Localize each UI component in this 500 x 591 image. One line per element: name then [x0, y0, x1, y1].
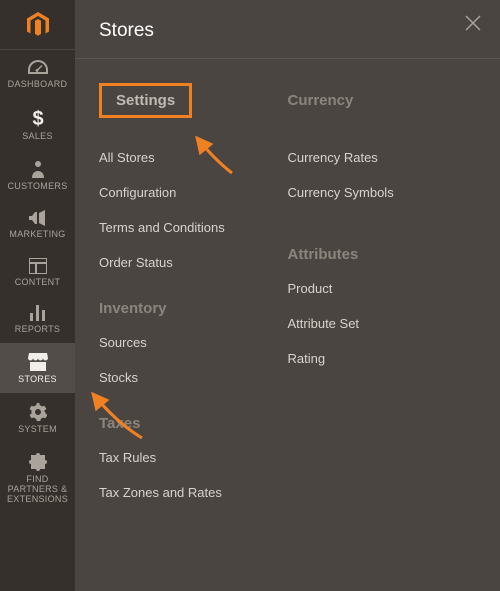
section-taxes: Taxes Tax Rules Tax Zones and Rates — [99, 415, 288, 500]
link-currency-rates[interactable]: Currency Rates — [288, 150, 477, 165]
link-terms-and-conditions[interactable]: Terms and Conditions — [99, 220, 288, 235]
nav-label: SALES — [22, 132, 53, 142]
link-attribute-set[interactable]: Attribute Set — [288, 316, 477, 331]
nav-marketing[interactable]: MARKETING — [0, 200, 75, 248]
panel-title: Stores — [75, 0, 500, 59]
section-currency: Currency Currency Rates Currency Symbols — [288, 83, 477, 200]
nav-label: SYSTEM — [18, 425, 57, 435]
section-settings: Settings All Stores Configuration Terms … — [99, 83, 288, 270]
link-rating[interactable]: Rating — [288, 351, 477, 366]
section-heading-settings: Settings — [99, 83, 192, 118]
link-stocks[interactable]: Stocks — [99, 370, 288, 385]
link-currency-symbols[interactable]: Currency Symbols — [288, 185, 477, 200]
megaphone-icon — [29, 210, 47, 226]
nav-find-partners[interactable]: FIND PARTNERS & EXTENSIONS — [0, 443, 75, 513]
close-button[interactable] — [464, 14, 482, 35]
section-heading-taxes: Taxes — [99, 415, 288, 432]
nav-sales[interactable]: $ SALES — [0, 98, 75, 150]
section-heading-currency: Currency — [288, 83, 477, 118]
nav-system[interactable]: SYSTEM — [0, 393, 75, 443]
person-icon — [31, 160, 45, 178]
section-inventory: Inventory Sources Stocks — [99, 300, 288, 385]
nav-label: FIND PARTNERS & EXTENSIONS — [2, 475, 73, 505]
link-all-stores[interactable]: All Stores — [99, 150, 288, 165]
section-heading-inventory: Inventory — [99, 300, 288, 317]
chart-bar-icon — [29, 305, 47, 321]
gauge-icon — [28, 60, 48, 76]
admin-sidebar: DASHBOARD $ SALES CUSTOMERS MARKETING CO… — [0, 0, 75, 591]
link-sources[interactable]: Sources — [99, 335, 288, 350]
dollar-icon: $ — [31, 108, 45, 128]
section-heading-attributes: Attributes — [288, 246, 477, 263]
link-configuration[interactable]: Configuration — [99, 185, 288, 200]
nav-label: REPORTS — [15, 325, 60, 335]
stores-flyout-panel: Stores Settings All Stores Configuration… — [75, 0, 500, 591]
link-tax-rules[interactable]: Tax Rules — [99, 450, 288, 465]
magento-logo[interactable] — [0, 0, 75, 50]
column-left: Settings All Stores Configuration Terms … — [99, 83, 288, 520]
link-product[interactable]: Product — [288, 281, 477, 296]
section-attributes: Attributes Product Attribute Set Rating — [288, 246, 477, 366]
puzzle-icon — [29, 453, 47, 471]
nav-stores[interactable]: STORES — [0, 343, 75, 393]
svg-text:$: $ — [32, 108, 43, 128]
gear-icon — [29, 403, 47, 421]
link-order-status[interactable]: Order Status — [99, 255, 288, 270]
nav-label: CONTENT — [15, 278, 61, 288]
nav-label: STORES — [18, 375, 57, 385]
column-right: Currency Currency Rates Currency Symbols… — [288, 83, 477, 520]
nav-label: DASHBOARD — [8, 80, 68, 90]
nav-reports[interactable]: REPORTS — [0, 295, 75, 343]
nav-label: MARKETING — [9, 230, 65, 240]
nav-dashboard[interactable]: DASHBOARD — [0, 50, 75, 98]
nav-label: CUSTOMERS — [7, 182, 67, 192]
layout-icon — [29, 258, 47, 274]
store-icon — [28, 353, 48, 371]
nav-content[interactable]: CONTENT — [0, 248, 75, 296]
nav-customers[interactable]: CUSTOMERS — [0, 150, 75, 200]
link-tax-zones-and-rates[interactable]: Tax Zones and Rates — [99, 485, 288, 500]
panel-body: Settings All Stores Configuration Terms … — [75, 59, 500, 520]
